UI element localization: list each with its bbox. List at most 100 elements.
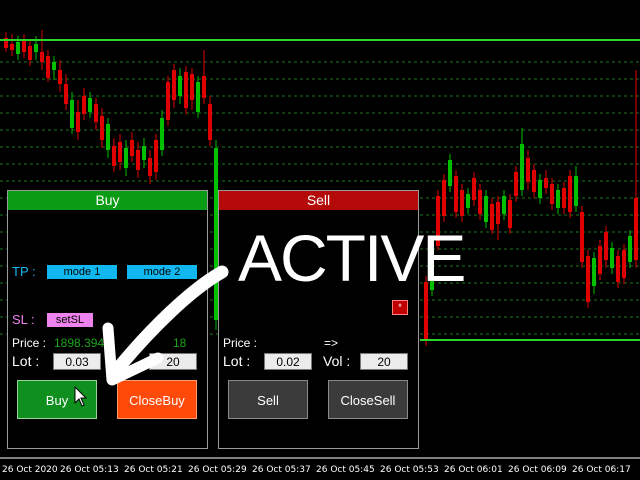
- candle-body: [34, 44, 38, 52]
- sell-lot-input[interactable]: 0.02: [264, 353, 312, 370]
- time-label: 26 Oct 05:29: [188, 465, 247, 475]
- candle-body: [526, 158, 530, 182]
- sell-panel-title: Sell: [219, 191, 418, 210]
- setsl-button[interactable]: setSL: [47, 313, 93, 327]
- candle-body: [448, 160, 452, 186]
- sell-price-label: Price :: [223, 336, 258, 350]
- candle-body: [70, 100, 74, 128]
- close-sell-button[interactable]: CloseSell: [328, 380, 408, 419]
- buy-panel-title: Buy: [8, 191, 207, 210]
- time-label: 26 Oct 2020: [2, 465, 58, 475]
- candle-body: [550, 184, 554, 204]
- candle-body: [76, 112, 80, 132]
- sl-label: SL :: [12, 312, 35, 327]
- candle-body: [40, 52, 44, 62]
- candle-body: [166, 82, 170, 120]
- candle-body: [502, 196, 506, 214]
- candle-body: [562, 188, 566, 208]
- candle-body: [592, 258, 596, 286]
- candle-body: [10, 44, 14, 50]
- candle-body: [484, 196, 488, 222]
- candle-body: [184, 72, 188, 108]
- candle-body: [532, 170, 536, 192]
- candle-body: [88, 98, 92, 112]
- candle-body: [556, 190, 560, 208]
- tp-mode1-button[interactable]: mode 1: [47, 265, 117, 279]
- candle-body: [130, 140, 134, 156]
- star-button[interactable]: *: [392, 300, 408, 315]
- candle-body: [508, 200, 512, 228]
- buy-price-extra: 18: [173, 336, 187, 350]
- time-label: 26 Oct 05:53: [380, 465, 439, 475]
- candle-body: [82, 96, 86, 114]
- time-label: 26 Oct 05:21: [124, 465, 183, 475]
- time-label: 26 Oct 06:01: [444, 465, 503, 475]
- candle-body: [112, 146, 116, 166]
- tp-mode2-button[interactable]: mode 2: [127, 265, 197, 279]
- candle-body: [28, 46, 32, 60]
- candle-body: [46, 56, 50, 78]
- candle-body: [598, 246, 602, 274]
- candle-body: [520, 144, 524, 190]
- candle-body: [190, 74, 194, 100]
- candle-body: [154, 140, 158, 172]
- candle-body: [208, 104, 212, 140]
- candle-body: [460, 190, 464, 216]
- candle-body: [514, 172, 518, 196]
- candle-body: [454, 176, 458, 212]
- candle-body: [118, 142, 122, 162]
- candle-body: [586, 256, 590, 302]
- candle-body: [472, 178, 476, 200]
- candle-body: [178, 76, 182, 96]
- buy-price-value: 1898.394: [54, 336, 105, 350]
- active-overlay-text: ACTIVE: [238, 221, 466, 295]
- sell-vol-input[interactable]: 20: [360, 353, 408, 370]
- sell-button[interactable]: Sell: [228, 380, 308, 419]
- tp-label: TP :: [12, 264, 36, 279]
- candle-body: [634, 198, 638, 260]
- candle-body: [52, 62, 56, 70]
- candle-body: [136, 150, 140, 170]
- candle-body: [490, 204, 494, 230]
- buy-vol-input[interactable]: 20: [149, 353, 197, 370]
- buy-price-label: Price :: [12, 336, 47, 350]
- candle-body: [160, 118, 164, 150]
- buy-lot-label: Lot :: [12, 353, 40, 369]
- candle-body: [604, 232, 608, 260]
- sell-vol-label: Vol :: [323, 353, 351, 369]
- candle-body: [622, 250, 626, 278]
- candle-body: [124, 148, 128, 168]
- time-axis: 26 Oct 2020 26 Oct 05:13 26 Oct 05:21 26…: [2, 465, 631, 475]
- time-label: 26 Oct 05:13: [60, 465, 119, 475]
- time-label: 26 Oct 06:09: [508, 465, 567, 475]
- candle-body: [22, 40, 26, 52]
- candle-body: [616, 256, 620, 282]
- candle-body: [442, 180, 446, 216]
- candle-body: [610, 248, 614, 268]
- candle-body: [466, 194, 470, 208]
- sell-lot-label: Lot :: [223, 353, 251, 369]
- time-label: 26 Oct 05:37: [252, 465, 311, 475]
- candle-body: [580, 212, 584, 262]
- candle-body: [478, 190, 482, 214]
- candle-body: [574, 176, 578, 206]
- candle-body: [64, 84, 68, 104]
- sell-arrow-label: =>: [324, 336, 339, 350]
- close-buy-button[interactable]: CloseBuy: [117, 380, 197, 419]
- buy-lot-input[interactable]: 0.03: [53, 353, 101, 370]
- time-label: 26 Oct 05:45: [316, 465, 375, 475]
- mouse-cursor-icon: [74, 386, 88, 407]
- candle-body: [538, 180, 542, 198]
- candle-body: [94, 104, 98, 122]
- candle-body: [172, 70, 176, 100]
- candle-body: [106, 124, 110, 150]
- candle-body: [202, 76, 206, 98]
- candle-body: [100, 116, 104, 140]
- candle-body: [544, 178, 548, 188]
- candle-body: [628, 236, 632, 262]
- candle-body: [16, 42, 20, 54]
- candle-body: [568, 176, 572, 212]
- candle-body: [148, 158, 152, 176]
- candle-body: [142, 146, 146, 160]
- candle-body: [58, 70, 62, 84]
